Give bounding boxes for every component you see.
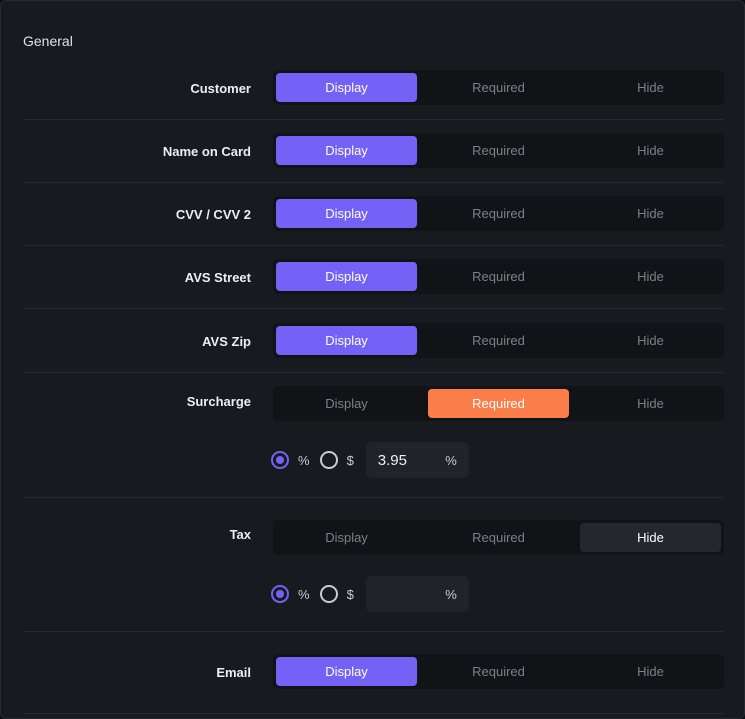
- option-display[interactable]: Display: [276, 199, 417, 228]
- surcharge-amount-controls: % $ 3.95 %: [271, 442, 469, 478]
- field-label: Surcharge: [186, 394, 251, 409]
- option-required[interactable]: Required: [428, 326, 569, 355]
- option-hide[interactable]: Hide: [580, 73, 721, 102]
- visibility-toggle-customer: Display Required Hide: [273, 70, 724, 105]
- field-label: CVV / CVV 2: [175, 207, 251, 222]
- option-required[interactable]: Required: [428, 389, 569, 418]
- field-row-customer: Customer Display Required Hide: [23, 64, 724, 120]
- field-row-cvv: CVV / CVV 2 Display Required Hide: [23, 183, 724, 246]
- option-hide[interactable]: Hide: [580, 657, 721, 686]
- option-hide[interactable]: Hide: [580, 523, 721, 552]
- field-row-tax: Tax Display Required Hide % $ %: [23, 498, 724, 632]
- visibility-toggle-name-on-card: Display Required Hide: [273, 133, 724, 168]
- surcharge-amount-input[interactable]: 3.95 %: [365, 442, 469, 478]
- field-label: AVS Zip: [202, 334, 251, 349]
- visibility-toggle-avs-zip: Display Required Hide: [273, 323, 724, 358]
- section-title: General: [23, 33, 73, 49]
- settings-panel: General Customer Display Required Hide N…: [0, 0, 745, 719]
- option-required[interactable]: Required: [428, 262, 569, 291]
- dollar-radio[interactable]: [319, 585, 338, 603]
- option-display[interactable]: Display: [276, 657, 417, 686]
- visibility-toggle-tax: Display Required Hide: [273, 520, 724, 555]
- option-hide[interactable]: Hide: [580, 199, 721, 228]
- option-hide[interactable]: Hide: [580, 389, 721, 418]
- option-display[interactable]: Display: [276, 326, 417, 355]
- option-required[interactable]: Required: [428, 523, 569, 552]
- option-hide[interactable]: Hide: [580, 326, 721, 355]
- field-label: Email: [216, 665, 251, 680]
- option-required[interactable]: Required: [428, 657, 569, 686]
- field-label: Customer: [190, 81, 251, 96]
- tax-amount-input[interactable]: %: [365, 576, 469, 612]
- field-label: AVS Street: [184, 270, 251, 285]
- field-row-surcharge: Surcharge Display Required Hide % $ 3.95…: [23, 373, 724, 498]
- percent-radio-label: %: [298, 452, 310, 468]
- option-required[interactable]: Required: [428, 199, 569, 228]
- dollar-radio[interactable]: [319, 451, 338, 469]
- field-row-name-on-card: Name on Card Display Required Hide: [23, 120, 724, 183]
- field-row-email: Email Display Required Hide: [23, 632, 724, 714]
- amount-unit: %: [445, 452, 457, 468]
- field-label: Name on Card: [162, 144, 251, 159]
- visibility-toggle-email: Display Required Hide: [273, 654, 724, 689]
- option-required[interactable]: Required: [428, 73, 569, 102]
- field-row-avs-street: AVS Street Display Required Hide: [23, 246, 724, 309]
- visibility-toggle-cvv: Display Required Hide: [273, 196, 724, 231]
- option-hide[interactable]: Hide: [580, 262, 721, 291]
- percent-radio[interactable]: [271, 451, 289, 469]
- field-label: Tax: [229, 527, 251, 542]
- option-required[interactable]: Required: [428, 136, 569, 165]
- percent-radio[interactable]: [271, 585, 289, 603]
- amount-value: 3.95: [377, 451, 407, 469]
- option-display[interactable]: Display: [276, 73, 417, 102]
- option-display[interactable]: Display: [276, 262, 417, 291]
- dollar-radio-label: $: [346, 452, 354, 468]
- option-hide[interactable]: Hide: [580, 136, 721, 165]
- percent-radio-label: %: [298, 586, 310, 602]
- dollar-radio-label: $: [346, 586, 354, 602]
- amount-unit: %: [445, 586, 457, 602]
- option-display[interactable]: Display: [276, 389, 417, 418]
- visibility-toggle-avs-street: Display Required Hide: [273, 259, 724, 294]
- field-row-avs-zip: AVS Zip Display Required Hide: [23, 309, 724, 373]
- tax-amount-controls: % $ %: [271, 576, 469, 612]
- option-display[interactable]: Display: [276, 523, 417, 552]
- visibility-toggle-surcharge: Display Required Hide: [273, 386, 724, 421]
- option-display[interactable]: Display: [276, 136, 417, 165]
